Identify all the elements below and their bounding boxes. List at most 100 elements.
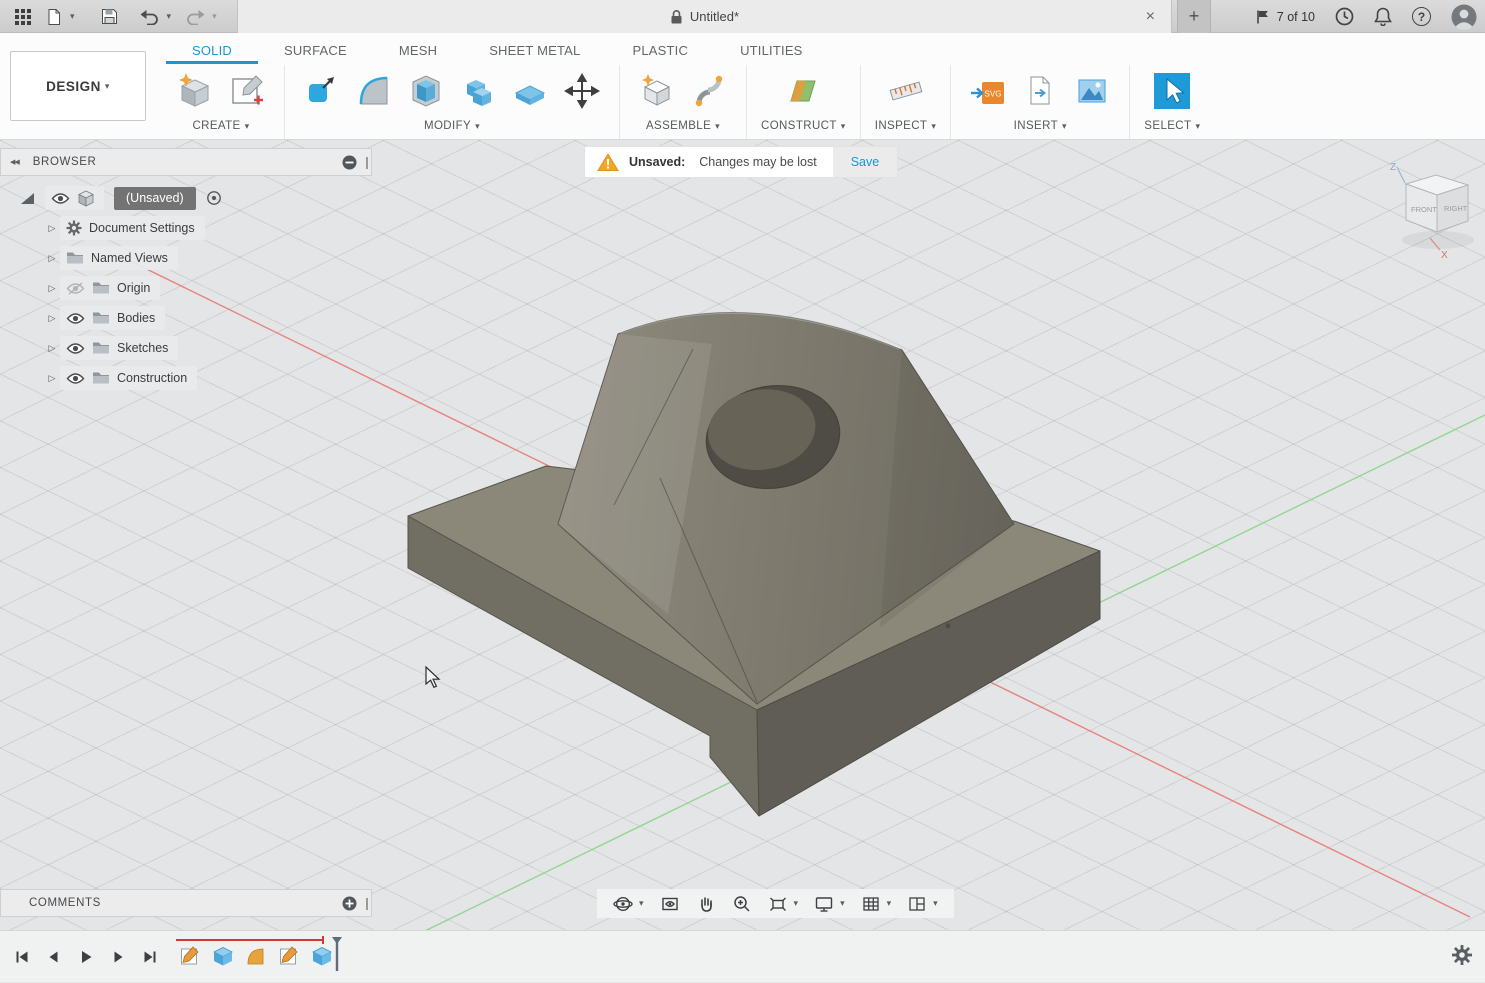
pan-button[interactable] xyxy=(690,889,722,918)
orbit-button[interactable]: ▾ xyxy=(607,889,650,918)
viewports-button[interactable]: ▾ xyxy=(901,889,944,918)
comments-header[interactable]: COMMENTS xyxy=(0,889,372,917)
visibility-eye-icon[interactable] xyxy=(66,312,85,325)
fillet-button[interactable] xyxy=(351,68,397,114)
tab-solid[interactable]: SOLID xyxy=(166,39,258,64)
browser-item-document-settings[interactable]: ▷ Document Settings xyxy=(0,213,372,243)
modify-group-menu[interactable]: MODIFY ▾ xyxy=(424,120,480,132)
save-button[interactable] xyxy=(94,0,125,33)
visibility-eye-icon[interactable] xyxy=(66,342,85,355)
visibility-eye-off-icon[interactable] xyxy=(66,282,85,295)
construction-plane-button[interactable] xyxy=(780,68,826,114)
tab-plastic[interactable]: PLASTIC xyxy=(606,39,714,64)
zoom-button[interactable] xyxy=(726,889,758,918)
redo-button[interactable]: ▾ xyxy=(178,0,224,33)
collapse-panel-icon[interactable]: ◀◀ xyxy=(10,158,19,166)
panel-resize-grip[interactable] xyxy=(366,898,368,910)
browser-item-origin[interactable]: ▷ Origin xyxy=(0,273,372,303)
select-tool-button[interactable] xyxy=(1149,68,1195,114)
chevron-down-icon: ▾ xyxy=(840,899,845,908)
add-comment-button[interactable] xyxy=(342,896,357,911)
timeline-position-marker[interactable] xyxy=(330,937,344,973)
press-pull-button[interactable] xyxy=(299,68,345,114)
insert-canvas-button[interactable] xyxy=(1069,68,1115,114)
expand-arrow-icon[interactable]: ▷ xyxy=(44,283,60,294)
combine-button[interactable] xyxy=(455,68,501,114)
fit-button[interactable]: ▾ xyxy=(762,889,805,918)
play-button[interactable] xyxy=(74,945,98,969)
create-group-menu[interactable]: CREATE ▾ xyxy=(192,120,249,132)
grid-settings-button[interactable]: ▾ xyxy=(855,889,898,918)
expand-arrow-icon[interactable]: ▷ xyxy=(44,223,60,234)
insert-derive-button[interactable] xyxy=(1017,68,1063,114)
browser-item-construction[interactable]: ▷ Construction xyxy=(0,363,372,393)
design-menu-button[interactable]: DESIGN ▾ xyxy=(10,51,146,121)
shell-button[interactable] xyxy=(403,68,449,114)
visibility-eye-icon[interactable] xyxy=(66,372,85,385)
assemble-group-menu[interactable]: ASSEMBLE ▾ xyxy=(646,120,720,132)
job-status-button[interactable]: 7 of 10 xyxy=(1256,9,1315,25)
help-button[interactable]: ? xyxy=(1412,7,1431,26)
close-document-button[interactable]: × xyxy=(1140,0,1161,33)
new-tab-button[interactable]: + xyxy=(1177,0,1211,33)
notifications-button[interactable] xyxy=(1374,7,1392,26)
tab-utilities[interactable]: UTILITIES xyxy=(714,39,828,64)
browser-item-named-views[interactable]: ▷ Named Views xyxy=(0,243,372,273)
hide-browser-button[interactable] xyxy=(342,155,357,170)
timeline-feature-fillet[interactable] xyxy=(244,944,268,968)
visibility-eye-icon[interactable] xyxy=(51,192,70,205)
step-forward-button[interactable] xyxy=(106,945,130,969)
app-menu-button[interactable] xyxy=(8,0,38,33)
activity-history-button[interactable] xyxy=(1335,7,1354,26)
chevron-down-icon: ▾ xyxy=(1062,122,1067,131)
expand-arrow-icon[interactable]: ▷ xyxy=(44,313,60,324)
model-body[interactable] xyxy=(408,312,1100,816)
go-to-start-button[interactable] xyxy=(10,945,34,969)
panel-resize-grip[interactable] xyxy=(366,157,368,169)
timeline-feature-sketch-1[interactable] xyxy=(178,944,202,968)
tab-sheet-metal[interactable]: SHEET METAL xyxy=(463,39,606,64)
timeline-feature-sketch-2[interactable] xyxy=(277,944,301,968)
view-cube[interactable]: Z FRONT RIGHT X xyxy=(1378,158,1485,262)
undo-button[interactable]: ▾ xyxy=(133,0,179,33)
browser-root-row[interactable]: (Unsaved) xyxy=(0,183,372,213)
browser-drag-handle-icon[interactable] xyxy=(20,192,35,205)
tab-surface[interactable]: SURFACE xyxy=(258,39,373,64)
create-sketch-button[interactable] xyxy=(224,68,270,114)
new-body-button[interactable] xyxy=(172,68,218,114)
expand-arrow-icon[interactable]: ▷ xyxy=(44,343,60,354)
play-icon xyxy=(78,949,94,965)
insert-svg-button[interactable]: SVG xyxy=(965,68,1011,114)
offset-face-button[interactable] xyxy=(507,68,553,114)
browser-root-label[interactable]: (Unsaved) xyxy=(114,187,196,210)
display-settings-button[interactable]: ▾ xyxy=(808,889,851,918)
browser-item-bodies[interactable]: ▷ Bodies xyxy=(0,303,372,333)
measure-button[interactable] xyxy=(883,68,929,114)
insert-group-menu[interactable]: INSERT ▾ xyxy=(1014,120,1067,132)
timeline-feature-extrude-1[interactable] xyxy=(211,944,235,968)
tab-mesh[interactable]: MESH xyxy=(373,39,463,64)
navigation-bar: ▾ ▾ ▾ ▾ ▾ xyxy=(597,889,954,918)
expand-arrow-icon[interactable]: ▷ xyxy=(44,373,60,384)
save-warning-button[interactable]: Save xyxy=(833,147,898,177)
step-back-button[interactable] xyxy=(42,945,66,969)
browser-item-sketches[interactable]: ▷ Sketches xyxy=(0,333,372,363)
user-avatar[interactable] xyxy=(1451,4,1477,30)
select-group-menu[interactable]: SELECT ▾ xyxy=(1144,120,1200,132)
construct-group-menu[interactable]: CONSTRUCT ▾ xyxy=(761,120,846,132)
browser-header[interactable]: ◀◀ BROWSER xyxy=(0,148,372,176)
move-copy-button[interactable] xyxy=(559,68,605,114)
browser-tree: (Unsaved) ▷ Document Settings ▷ Named Vi… xyxy=(0,176,372,393)
activate-component-icon[interactable] xyxy=(206,190,222,206)
construct-plane-icon xyxy=(784,72,822,110)
file-menu-button[interactable]: ▾ xyxy=(38,0,82,33)
new-component-button[interactable] xyxy=(634,68,680,114)
joint-button[interactable] xyxy=(686,68,732,114)
inspect-group-menu[interactable]: INSPECT ▾ xyxy=(875,120,937,132)
expand-arrow-icon[interactable]: ▷ xyxy=(44,253,60,264)
document-tab[interactable]: Untitled* × xyxy=(237,0,1172,33)
look-at-button[interactable] xyxy=(654,889,686,918)
view-cube-icon[interactable]: Z FRONT RIGHT X xyxy=(1378,158,1485,262)
go-to-end-button[interactable] xyxy=(138,945,162,969)
preferences-gear-button[interactable] xyxy=(1451,944,1473,966)
